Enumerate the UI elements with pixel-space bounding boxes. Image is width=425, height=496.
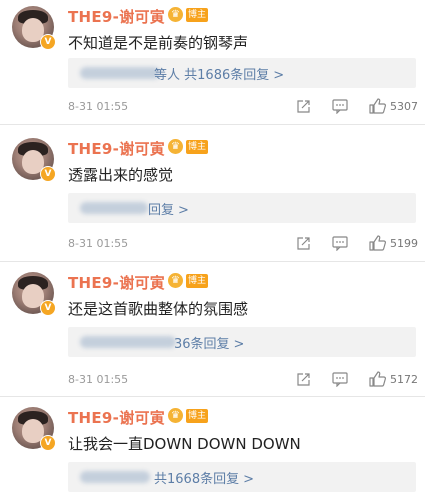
crown-icon: ♛ bbox=[168, 408, 183, 423]
verified-badge-icon: V bbox=[40, 166, 56, 182]
chevron-right-icon: > bbox=[243, 472, 254, 487]
share-icon[interactable] bbox=[296, 99, 311, 114]
avatar[interactable]: V bbox=[12, 272, 56, 316]
verified-badge-icon: V bbox=[40, 435, 56, 451]
comment-date: 8-31 01:55 bbox=[68, 100, 129, 113]
thumbs-up-icon[interactable] bbox=[369, 371, 386, 387]
comment-icon[interactable] bbox=[332, 99, 348, 114]
crown-icon: ♛ bbox=[168, 273, 183, 288]
chevron-right-icon: > bbox=[273, 68, 285, 83]
reply-count-link[interactable]: 共1686条回复 bbox=[184, 68, 269, 83]
reply-count-link[interactable]: 36条回复 bbox=[174, 337, 230, 352]
comment-text: 不知道是不是前奏的钢琴声 bbox=[68, 34, 249, 52]
username[interactable]: THE9-谢可寅 bbox=[68, 138, 165, 159]
comment-date: 8-31 01:55 bbox=[68, 373, 129, 386]
chevron-right-icon: > bbox=[233, 337, 245, 352]
reply-summary[interactable]: 36条回复 > bbox=[68, 327, 416, 357]
author-tag: 博主 bbox=[186, 409, 209, 423]
verified-badge-icon: V bbox=[40, 300, 56, 316]
comment-text: 还是这首歌曲整体的氛围感 bbox=[68, 300, 249, 318]
author-tag: 博主 bbox=[186, 140, 209, 154]
reply-summary[interactable]: 共1668条回复 > bbox=[68, 462, 416, 492]
reply-count-link[interactable]: 共1668条回复 bbox=[154, 472, 239, 487]
divider bbox=[0, 396, 425, 397]
verified-badge-icon: V bbox=[40, 34, 56, 50]
divider bbox=[0, 124, 425, 125]
reply-summary[interactable]: 等人 共1686条回复 > bbox=[68, 58, 416, 88]
reply-suffix: 等人 bbox=[154, 68, 181, 83]
reply-summary[interactable]: 回复 > bbox=[68, 193, 416, 223]
username[interactable]: THE9-谢可寅 bbox=[68, 407, 165, 428]
divider bbox=[0, 261, 425, 262]
comment-icon[interactable] bbox=[332, 372, 348, 387]
comment-text: 透露出来的感觉 bbox=[68, 166, 174, 184]
thumbs-up-icon[interactable] bbox=[369, 98, 386, 114]
chevron-right-icon: > bbox=[178, 203, 189, 218]
username[interactable]: THE9-谢可寅 bbox=[68, 272, 165, 293]
share-icon[interactable] bbox=[296, 236, 311, 251]
comment-text: 让我会一直DOWN DOWN DOWN bbox=[68, 435, 301, 453]
like-count: 5172 bbox=[390, 373, 418, 386]
thumbs-up-icon[interactable] bbox=[369, 235, 386, 251]
like-count: 5199 bbox=[390, 237, 418, 250]
crown-icon: ♛ bbox=[168, 139, 183, 154]
comment-date: 8-31 01:55 bbox=[68, 237, 129, 250]
avatar[interactable]: V bbox=[12, 138, 56, 182]
author-tag: 博主 bbox=[186, 274, 209, 288]
username[interactable]: THE9-谢可寅 bbox=[68, 6, 165, 27]
share-icon[interactable] bbox=[296, 372, 311, 387]
comment-icon[interactable] bbox=[332, 236, 348, 251]
crown-icon: ♛ bbox=[168, 7, 183, 22]
avatar[interactable]: V bbox=[12, 407, 56, 451]
avatar[interactable]: V bbox=[12, 6, 56, 50]
reply-count-link[interactable]: 回复 bbox=[148, 203, 174, 218]
like-count: 5307 bbox=[390, 100, 418, 113]
author-tag: 博主 bbox=[186, 8, 209, 22]
